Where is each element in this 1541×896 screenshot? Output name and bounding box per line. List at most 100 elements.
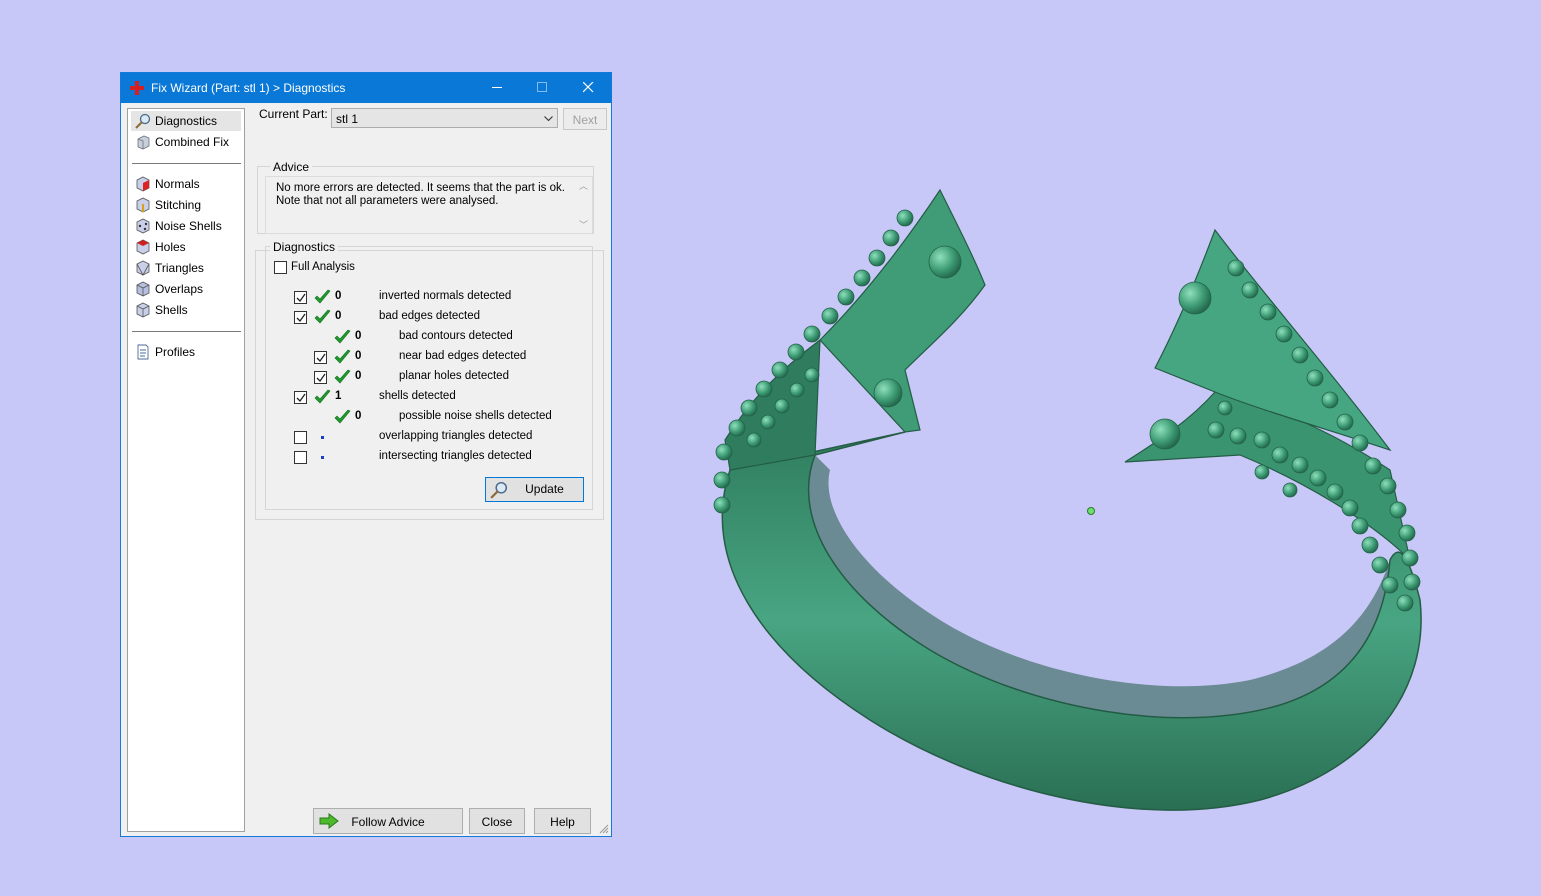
diagnostic-label: near bad edges detected	[399, 350, 527, 362]
advice-text: No more errors are detected. It seems th…	[276, 182, 566, 208]
close-button[interactable]: Close	[469, 808, 525, 834]
diagnostic-label: bad contours detected	[399, 330, 513, 342]
close-icon	[583, 82, 594, 93]
resize-grip-icon[interactable]	[599, 824, 609, 834]
scroll-down-icon[interactable]: ﹀	[579, 218, 588, 231]
ok-check-icon	[334, 329, 351, 346]
diagnostic-count: 0	[355, 370, 362, 382]
sidebar-divider	[132, 331, 241, 332]
sidebar-item-label: Diagnostics	[155, 114, 218, 128]
checkmark-icon	[296, 313, 306, 323]
diagnostic-count: 0	[355, 410, 362, 422]
sidebar-item-noise-shells[interactable]: Noise Shells	[131, 216, 241, 236]
update-button[interactable]: Update	[485, 477, 584, 502]
diagnostic-count: 0	[335, 290, 342, 302]
not-analysed-dot-icon	[321, 436, 324, 439]
combined-fix-icon	[137, 135, 150, 150]
ok-check-icon	[334, 349, 351, 366]
diagnostic-checkbox[interactable]	[314, 371, 327, 384]
sidebar-item-profiles[interactable]: Profiles	[131, 342, 241, 362]
maximize-icon	[537, 82, 547, 92]
holes-cube-icon	[136, 239, 150, 255]
overlaps-cube-icon	[136, 281, 150, 297]
sidebar-item-label: Shells	[155, 303, 188, 317]
sidebar-item-label: Combined Fix	[155, 135, 230, 149]
current-part-value: stl 1	[336, 112, 359, 126]
maximize-button[interactable]	[520, 73, 565, 103]
sidebar-item-triangles[interactable]: Triangles	[131, 258, 241, 278]
profiles-document-icon	[137, 344, 149, 360]
sidebar-item-label: Normals	[155, 177, 200, 191]
fix-wizard-window: Fix Wizard (Part: stl 1) > Diagnostics D…	[120, 72, 612, 837]
wizard-sidebar: Diagnostics Combined Fix Normals Stitchi…	[127, 108, 245, 832]
sidebar-item-label: Triangles	[155, 261, 204, 275]
diagnostic-checkbox[interactable]	[314, 351, 327, 364]
diagnostic-checkbox[interactable]	[294, 431, 307, 444]
normals-cube-icon	[136, 176, 150, 192]
follow-advice-button[interactable]: Follow Advice	[313, 808, 463, 834]
diagnostic-label: inverted normals detected	[379, 290, 512, 302]
noise-shells-cube-icon	[136, 218, 150, 234]
minimize-button[interactable]	[475, 73, 520, 103]
diagnostic-label: bad edges detected	[379, 310, 481, 322]
advice-line: Note that not all parameters were analys…	[276, 195, 499, 207]
sidebar-item-normals[interactable]: Normals	[131, 174, 241, 194]
advice-line: No more errors are detected. It seems th…	[276, 182, 565, 194]
diagnostic-label: intersecting triangles detected	[379, 450, 532, 462]
advice-group-title: Advice	[270, 160, 313, 174]
checkmark-icon	[316, 353, 326, 363]
diagnostics-group-title: Diagnostics	[270, 240, 339, 254]
full-analysis-checkbox[interactable]	[274, 261, 287, 274]
sidebar-item-label: Stitching	[155, 198, 202, 212]
sidebar-item-holes[interactable]: Holes	[131, 237, 241, 257]
rotation-pivot-marker	[1087, 507, 1095, 515]
sidebar-item-label: Noise Shells	[155, 219, 222, 233]
current-part-label: Current Part:	[259, 107, 328, 121]
shells-cube-icon	[136, 302, 150, 318]
diagnostic-label: overlapping triangles detected	[379, 430, 533, 442]
checkmark-icon	[316, 373, 326, 383]
sidebar-item-label: Profiles	[155, 345, 196, 359]
title-bar[interactable]: Fix Wizard (Part: stl 1) > Diagnostics	[121, 73, 611, 103]
sidebar-item-label: Holes	[155, 240, 186, 254]
current-part-select[interactable]: stl 1	[331, 108, 558, 128]
scroll-up-icon[interactable]: ︿	[579, 179, 588, 192]
minimize-icon	[492, 87, 502, 88]
full-analysis-label: Full Analysis	[291, 261, 355, 273]
diagnostic-count: 0	[355, 350, 362, 362]
sidebar-item-overlaps[interactable]: Overlaps	[131, 279, 241, 299]
diagnostic-count: 1	[335, 390, 342, 402]
not-analysed-dot-icon	[321, 456, 324, 459]
advice-scrollbar[interactable]: ︿ ﹀	[576, 179, 590, 231]
ok-check-icon	[334, 369, 351, 386]
checkmark-icon	[296, 393, 306, 403]
app-logo-icon	[130, 81, 144, 95]
diagnostic-count: 0	[355, 330, 362, 342]
chevron-down-icon	[544, 116, 553, 122]
close-window-button[interactable]	[566, 73, 611, 103]
diagnostics-magnifier-icon	[135, 113, 151, 129]
diagnostic-checkbox[interactable]	[294, 391, 307, 404]
help-button[interactable]: Help	[534, 808, 591, 834]
sidebar-divider	[132, 163, 241, 164]
ok-check-icon	[314, 389, 331, 406]
diagnostic-checkbox[interactable]	[294, 291, 307, 304]
sidebar-item-stitching[interactable]: Stitching	[131, 195, 241, 215]
window-title: Fix Wizard (Part: stl 1) > Diagnostics	[151, 81, 346, 95]
advice-textbox[interactable]: No more errors are detected. It seems th…	[265, 176, 593, 234]
ok-check-icon	[314, 309, 331, 326]
next-button[interactable]: Next	[563, 108, 607, 130]
stitching-cube-icon	[136, 197, 150, 213]
sidebar-item-diagnostics[interactable]: Diagnostics	[131, 111, 241, 131]
sidebar-item-label: Overlaps	[155, 282, 204, 296]
checkmark-icon	[296, 293, 306, 303]
diagnostic-checkbox[interactable]	[294, 311, 307, 324]
ok-check-icon	[334, 409, 351, 426]
diagnostic-label: shells detected	[379, 390, 456, 402]
sidebar-item-combined-fix[interactable]: Combined Fix	[131, 132, 241, 152]
sidebar-item-shells[interactable]: Shells	[131, 300, 241, 320]
diagnostic-label: possible noise shells detected	[399, 410, 552, 422]
triangles-cube-icon	[136, 260, 150, 276]
diagnostic-label: planar holes detected	[399, 370, 509, 382]
diagnostic-checkbox[interactable]	[294, 451, 307, 464]
